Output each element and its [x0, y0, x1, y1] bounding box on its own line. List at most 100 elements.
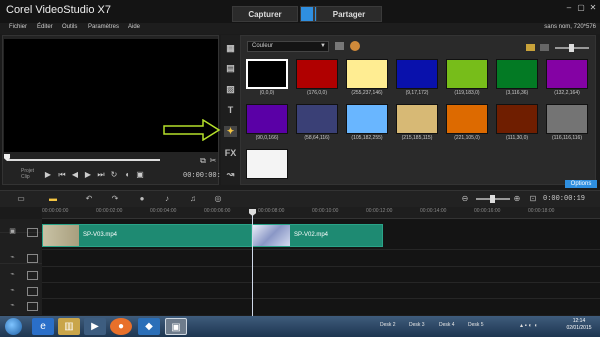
- menu-aide[interactable]: Aide: [128, 24, 140, 30]
- play-icon[interactable]: ▶: [43, 171, 53, 179]
- color-swatch[interactable]: [346, 104, 388, 134]
- undo-icon[interactable]: ↶: [82, 194, 96, 204]
- color-swatch-label: (3,116,36): [505, 90, 529, 96]
- menu-editer[interactable]: Éditer: [37, 24, 53, 30]
- system-tray-icons[interactable]: ▴ ▪ ◐ ◖: [520, 322, 537, 329]
- menu-parametres[interactable]: Paramètres: [88, 24, 119, 30]
- color-swatch[interactable]: [546, 59, 588, 89]
- auto-music-icon[interactable]: ♫: [186, 194, 200, 204]
- path-icon[interactable]: ↝: [224, 169, 237, 180]
- filter-icon[interactable]: FX: [224, 148, 237, 159]
- color-swatch[interactable]: [496, 104, 538, 134]
- start-button[interactable]: [5, 318, 22, 335]
- mode-clip-label[interactable]: Clip: [21, 174, 34, 180]
- storyboard-view-icon[interactable]: ▭: [14, 194, 28, 204]
- color-swatch[interactable]: [246, 149, 288, 179]
- sound-mixer-icon[interactable]: ♪: [160, 194, 174, 204]
- color-swatch[interactable]: [446, 104, 488, 134]
- title-track-icon[interactable]: ⌁: [8, 271, 17, 279]
- music-toggle-icon[interactable]: [27, 302, 38, 311]
- scissors-icon[interactable]: ✂: [208, 157, 218, 165]
- file-explorer-icon[interactable]: ▥: [58, 318, 80, 335]
- options-button[interactable]: Options: [565, 180, 597, 188]
- media-player-icon[interactable]: ▶: [84, 318, 106, 335]
- desk-3[interactable]: Desk 3: [409, 322, 425, 328]
- zoom-in-icon[interactable]: ⊕: [510, 194, 524, 204]
- voice-toggle-icon[interactable]: [27, 287, 38, 296]
- voice-track-icon[interactable]: ⌁: [8, 287, 17, 295]
- app-icon[interactable]: ◆: [138, 318, 160, 335]
- overlay-toggle-icon[interactable]: [27, 254, 38, 263]
- clock[interactable]: 12:14 02/01/2015: [562, 318, 596, 332]
- minimize-button[interactable]: –: [564, 3, 574, 12]
- redo-icon[interactable]: ↷: [108, 194, 122, 204]
- menu-fichier[interactable]: Fichier: [9, 24, 27, 30]
- title-icon[interactable]: T: [224, 105, 237, 116]
- color-swatch-label: (58,64,116): [304, 135, 330, 141]
- timeline-timecode[interactable]: 0:00:00:19: [543, 195, 585, 203]
- media-icon[interactable]: ▦: [224, 43, 237, 54]
- color-swatch-label: (90,0,166): [255, 135, 279, 141]
- chevron-down-icon[interactable]: ▼: [320, 43, 326, 49]
- fullscreen-icon[interactable]: ▣: [135, 171, 145, 179]
- play-mode-labels[interactable]: Projet Clip: [21, 168, 34, 180]
- home-icon[interactable]: ⏮: [57, 171, 67, 179]
- clip-label: SP-V02.mp4: [294, 232, 329, 238]
- end-icon[interactable]: ⏭: [96, 171, 106, 179]
- color-swatch[interactable]: [446, 59, 488, 89]
- copy-icon[interactable]: ⧉: [198, 157, 208, 165]
- timeline-view-icon[interactable]: ▬: [46, 194, 60, 204]
- color-picker-icon[interactable]: [350, 41, 360, 51]
- motion-tracking-icon[interactable]: ◎: [211, 194, 225, 204]
- title-toggle-icon[interactable]: [27, 271, 38, 280]
- videostudio-taskbar-icon[interactable]: ▣: [165, 318, 187, 335]
- desk-5[interactable]: Desk 5: [468, 322, 484, 328]
- scrubber-track[interactable]: [7, 159, 160, 161]
- color-swatch[interactable]: [496, 59, 538, 89]
- desk-4[interactable]: Desk 4: [439, 322, 455, 328]
- color-swatch[interactable]: [246, 104, 288, 134]
- desk-2[interactable]: Desk 2: [380, 322, 396, 328]
- list-view-icon[interactable]: [540, 44, 549, 51]
- firefox-icon[interactable]: ●: [110, 318, 132, 335]
- color-swatch-label: (0,0,0): [259, 90, 275, 96]
- color-swatch-label: (116,116,116): [551, 135, 583, 141]
- overlay-track-icon[interactable]: ⌁: [8, 254, 17, 262]
- volume-icon[interactable]: ◖: [122, 171, 132, 179]
- record-icon[interactable]: ●: [135, 194, 149, 204]
- video-track-icon[interactable]: ▣: [8, 228, 17, 236]
- next-frame-icon[interactable]: ▶: [83, 171, 93, 179]
- ruler-tick-label: 00:00:18:00: [528, 208, 555, 214]
- graphic-icon[interactable]: ✦: [224, 126, 237, 137]
- zoom-knob[interactable]: [490, 195, 495, 203]
- menu-outils[interactable]: Outils: [62, 24, 77, 30]
- color-swatch[interactable]: [546, 104, 588, 134]
- transition-icon[interactable]: ▨: [224, 84, 237, 95]
- previous-frame-icon[interactable]: ◀: [70, 171, 80, 179]
- color-swatch[interactable]: [346, 59, 388, 89]
- maximize-button[interactable]: ▢: [576, 3, 586, 12]
- app-title: Corel VideoStudio X7: [6, 4, 111, 16]
- folder-icon[interactable]: [335, 42, 344, 50]
- category-dropdown[interactable]: Couleur: [247, 41, 329, 52]
- zoom-out-icon[interactable]: ⊖: [458, 194, 472, 204]
- fit-project-icon[interactable]: ⊡: [526, 194, 540, 204]
- color-swatch[interactable]: [296, 59, 338, 89]
- playhead-line[interactable]: [252, 210, 253, 316]
- tab-partager[interactable]: Partager: [316, 6, 382, 22]
- color-swatch[interactable]: [396, 59, 438, 89]
- music-track-icon[interactable]: ⌁: [8, 302, 17, 310]
- color-swatch[interactable]: [296, 104, 338, 134]
- ruler-tick-label: 00:00:16:00: [474, 208, 501, 214]
- tab-capturer[interactable]: Capturer: [232, 6, 298, 22]
- thumbnail-view-icon[interactable]: [526, 44, 535, 51]
- color-swatch[interactable]: [396, 104, 438, 134]
- color-swatch[interactable]: [246, 59, 288, 89]
- close-button[interactable]: ✕: [588, 3, 598, 12]
- instant-project-icon[interactable]: ▤: [224, 63, 237, 74]
- thumbnail-size-knob[interactable]: [569, 44, 574, 52]
- repeat-icon[interactable]: ↻: [109, 171, 119, 179]
- color-swatch-label: (215,185,115): [401, 135, 433, 141]
- track-toggle-icon[interactable]: [27, 228, 38, 237]
- internet-explorer-icon[interactable]: e: [32, 318, 54, 335]
